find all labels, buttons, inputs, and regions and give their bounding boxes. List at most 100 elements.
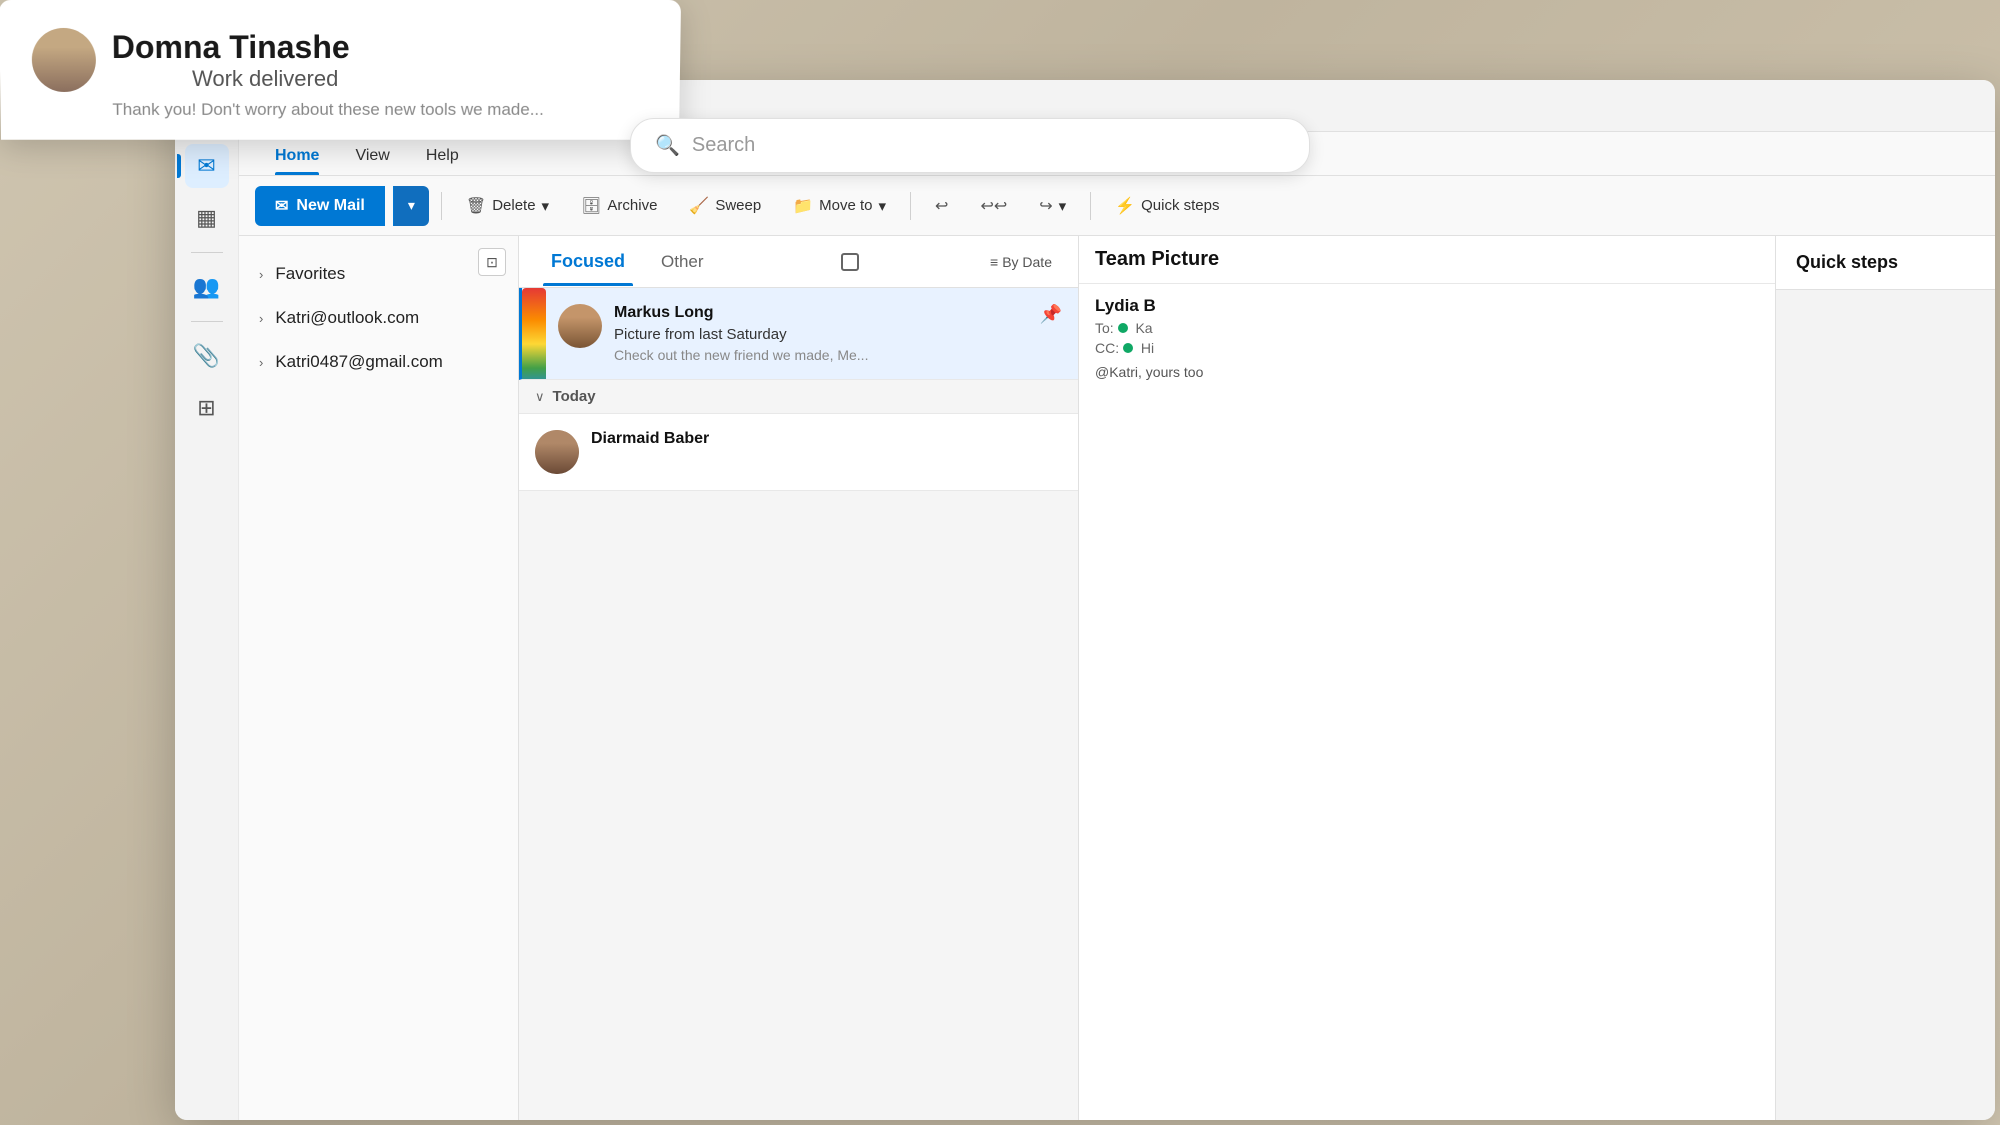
chevron-right-icon-2: › [259, 311, 263, 326]
search-placeholder: Search [692, 134, 1285, 157]
collapse-icon: ⊡ [486, 254, 498, 271]
delete-dropdown-icon: ▾ [542, 197, 550, 215]
forward-icon: ↪ [1039, 196, 1052, 216]
apps-icon: ⊞ [197, 395, 215, 421]
floating-subject: Work delivered [192, 66, 350, 92]
new-mail-dropdown-button[interactable]: ▾ [393, 186, 429, 226]
lightning-icon: ⚡ [1115, 196, 1135, 216]
paperclip-icon: 📎 [193, 343, 220, 369]
search-bar-container: 🔍 Search [630, 118, 1310, 173]
search-bar[interactable]: 🔍 Search [630, 118, 1310, 173]
toolbar: ✉ New Mail ▾ 🗑 Delete ▾ 🗄 Archive 🧹 [239, 176, 1995, 236]
trash-icon: 🗑 [466, 196, 486, 216]
people-icon: 👥 [193, 274, 220, 300]
sidebar-icon-notes[interactable]: 📎 [185, 334, 229, 378]
checkbox-icon [841, 253, 859, 271]
email-avatar-diarmaid [535, 430, 579, 474]
reading-body: @Katri, yours too [1095, 364, 1759, 380]
calendar-icon: ▦ [196, 205, 217, 231]
delete-button[interactable]: 🗑 Delete ▾ [454, 188, 561, 224]
sidebar-icon-mail[interactable]: ✉ [185, 144, 229, 188]
to-label: To: [1095, 320, 1114, 336]
folder-panel: ⊡ › Favorites › Katri@outlook.com › Katr… [239, 236, 519, 1120]
chevron-right-icon-3: › [259, 355, 263, 370]
sidebar-icon-calendar[interactable]: ▦ [185, 196, 229, 240]
menu-help[interactable]: Help [410, 139, 475, 175]
move-to-button[interactable]: 📁 Move to ▾ [781, 188, 898, 224]
reading-to-line: To: Ka [1095, 320, 1759, 336]
filter-select-button[interactable] [831, 247, 869, 277]
email-sender-markus: Markus Long [614, 304, 1028, 322]
reply-all-icon: ↩↩ [980, 196, 1007, 216]
toolbar-separator-2 [910, 192, 911, 220]
envelope-icon: ✉ [275, 196, 288, 216]
email-item-diarmaid[interactable]: Diarmaid Baber [519, 414, 1078, 491]
outlook-window: O Outlook ✉ ▦ 👥 📎 ⊞ [175, 80, 1995, 1120]
tab-other[interactable]: Other [645, 238, 720, 286]
email-content-markus: Markus Long Picture from last Saturday C… [614, 304, 1028, 363]
floating-avatar [31, 28, 96, 92]
tab-focused[interactable]: Focused [535, 237, 641, 286]
quick-steps-title: Quick steps [1776, 236, 1995, 290]
quick-steps-button[interactable]: ⚡ Quick steps [1103, 188, 1231, 224]
reading-pane-title: Team Picture [1095, 248, 1759, 271]
sort-icon: ≡ [990, 254, 998, 270]
new-mail-button[interactable]: ✉ New Mail [255, 186, 385, 226]
sort-by-date-button[interactable]: ≡ By Date [980, 248, 1062, 276]
cc-name: Hi [1141, 340, 1154, 356]
floating-sender-name: Domna Tinashe [112, 28, 350, 65]
folder-item-favorites[interactable]: › Favorites [239, 252, 518, 296]
to-green-dot [1118, 323, 1128, 333]
today-divider[interactable]: ∨ Today [519, 380, 1078, 414]
reading-sender-name: Lydia B [1095, 296, 1156, 315]
reply-button[interactable]: ↩ [923, 188, 960, 224]
mail-icon: ✉ [197, 153, 215, 179]
sidebar-icon-people[interactable]: 👥 [185, 265, 229, 309]
reading-pane: Team Picture Lydia B To: Ka CC [1079, 236, 1775, 1120]
cc-label: CC: [1095, 340, 1119, 356]
menu-view[interactable]: View [339, 139, 405, 175]
toolbar-separator-3 [1090, 192, 1091, 220]
content-area: Home View Help ✉ New Mail ▾ 🗑 Delete ▾ [239, 132, 1995, 1120]
move-dropdown-icon: ▾ [879, 197, 887, 215]
toolbar-separator-1 [441, 192, 442, 220]
forward-button[interactable]: ↪ ▾ [1027, 188, 1078, 224]
email-sender-diarmaid: Diarmaid Baber [591, 430, 1062, 448]
floating-body: Thank you! Don't worry about these new t… [112, 100, 647, 120]
sidebar-icon-apps[interactable]: ⊞ [185, 386, 229, 430]
today-chevron-icon: ∨ [535, 389, 545, 405]
team-picture-header: Team Picture [1079, 236, 1775, 284]
to-name: Ka [1135, 320, 1152, 336]
reply-icon: ↩ [935, 196, 948, 216]
mail-tabs: Focused Other ≡ By Date [519, 236, 1078, 288]
sweep-icon: 🧹 [689, 196, 709, 216]
mail-list-panel: Focused Other ≡ By Date [519, 236, 1079, 1120]
email-content-diarmaid: Diarmaid Baber [591, 430, 1062, 474]
chevron-right-icon: › [259, 267, 263, 282]
email-preview-markus: Check out the new friend we made, Me... [614, 347, 1028, 363]
quick-steps-panel: Quick steps [1775, 236, 1995, 1120]
chevron-down-icon: ▾ [408, 197, 415, 214]
menu-home[interactable]: Home [259, 139, 335, 175]
icon-sidebar: ✉ ▦ 👥 📎 ⊞ [175, 132, 239, 1120]
forward-dropdown-icon: ▾ [1059, 197, 1067, 215]
search-icon: 🔍 [655, 133, 680, 158]
email-subject-markus: Picture from last Saturday [614, 326, 1028, 343]
archive-button[interactable]: 🗄 Archive [569, 188, 669, 224]
folder-item-outlook[interactable]: › Katri@outlook.com [239, 296, 518, 340]
sweep-button[interactable]: 🧹 Sweep [677, 188, 773, 224]
cc-green-dot [1123, 343, 1133, 353]
collapse-sidebar-button[interactable]: ⊡ [478, 248, 506, 276]
floating-email-card: Domna Tinashe Work delivered Thank you! … [0, 0, 681, 140]
sidebar-divider [191, 252, 223, 253]
move-icon: 📁 [793, 196, 813, 216]
archive-icon: 🗄 [581, 196, 601, 216]
folder-item-gmail[interactable]: › Katri0487@gmail.com [239, 340, 518, 384]
pin-icon: 📌 [1040, 304, 1062, 363]
color-strip [522, 288, 546, 380]
email-item-markus[interactable]: Markus Long Picture from last Saturday C… [519, 288, 1078, 380]
sidebar-divider-2 [191, 321, 223, 322]
reply-all-button[interactable]: ↩↩ [968, 188, 1019, 224]
today-label: Today [553, 388, 596, 405]
lydia-info: Lydia B To: Ka CC: Hi @Katri, yours t [1079, 284, 1775, 396]
